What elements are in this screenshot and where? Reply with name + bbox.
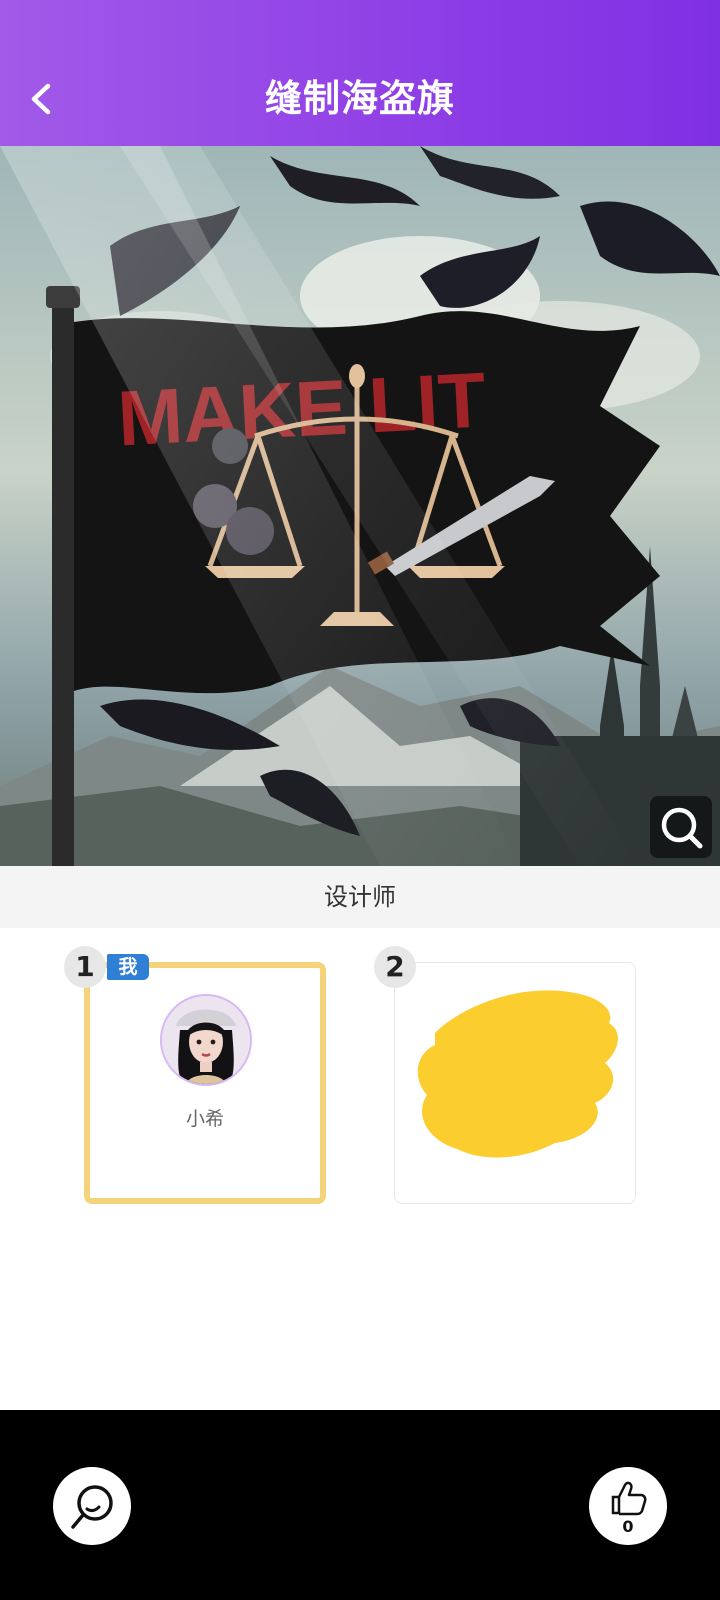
like-button[interactable]: 0 [589,1467,667,1545]
comment-icon [71,1485,113,1529]
header-bar: 缝制海盗旗 [0,0,720,146]
zoom-button[interactable] [650,796,712,858]
designer-slot-1[interactable]: 小希 [84,962,326,1204]
search-icon [650,796,712,858]
flag-artwork: MAKE LIT [0,146,720,866]
rank-badge-2: 2 [374,946,416,988]
paint-swatch [417,990,618,1158]
comment-button[interactable] [53,1467,131,1545]
like-count: 0 [622,1517,634,1536]
me-tag: 我 [107,954,149,980]
avatar [160,994,252,1086]
designer-section-label: 设计师 [0,866,720,928]
page-title: 缝制海盗旗 [265,77,455,120]
designer-name: 小希 [185,1108,224,1130]
rank-badge-1: 1 [64,946,106,988]
designer-slot-2[interactable] [394,962,636,1204]
